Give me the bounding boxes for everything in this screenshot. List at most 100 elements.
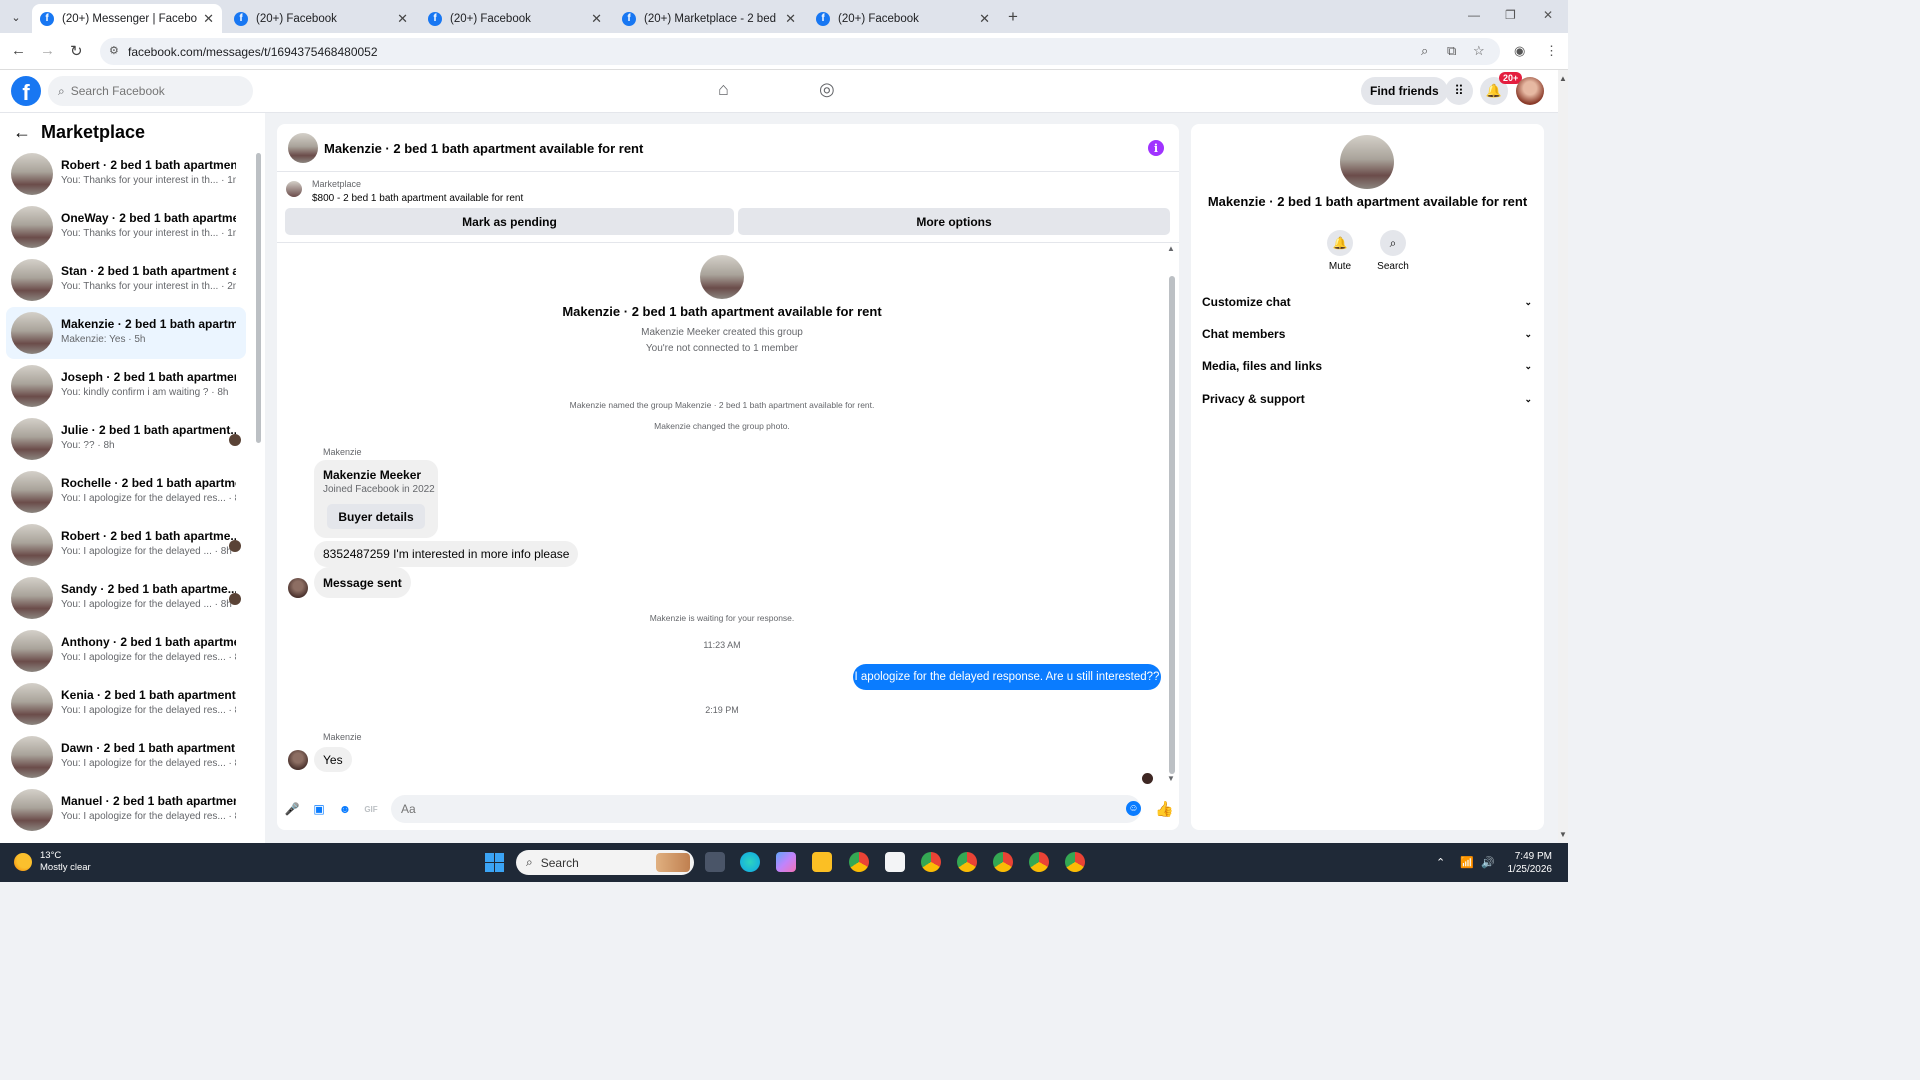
chrome-icon[interactable]	[993, 852, 1013, 872]
media-files-section[interactable]: Media, files and links ⌄	[1202, 352, 1532, 380]
microphone-icon[interactable]: 🎤	[285, 802, 300, 816]
file-explorer-icon[interactable]	[812, 852, 832, 872]
bookmark-star-icon[interactable]: ☆	[1473, 43, 1485, 59]
mark-as-pending-button[interactable]: Mark as pending	[285, 208, 734, 235]
tab-search-chevron-icon[interactable]: ⌄	[6, 7, 26, 27]
home-icon[interactable]: ⌂	[718, 79, 729, 100]
wifi-icon[interactable]: 📶	[1460, 856, 1474, 869]
list-item[interactable]: Robert · 2 bed 1 bath apartment... You: T…	[6, 148, 246, 200]
tab-marketplace[interactable]: f (20+) Marketplace - 2 bed 1 ba ✕	[614, 4, 804, 33]
search-icon[interactable]: ⌕	[1380, 230, 1406, 256]
avatar[interactable]	[288, 578, 308, 598]
more-options-button[interactable]: More options	[738, 208, 1170, 235]
scroll-down-icon[interactable]: ▼	[1167, 774, 1175, 783]
taskbar-search[interactable]: ⌕ Search	[516, 850, 694, 875]
tab-facebook-3[interactable]: f (20+) Facebook ✕	[808, 4, 998, 33]
find-friends-button[interactable]: Find friends	[1361, 77, 1448, 105]
minimize-icon[interactable]: —	[1468, 8, 1480, 22]
list-item[interactable]: Kenia · 2 bed 1 bath apartment ... You: I…	[6, 678, 246, 730]
search-action[interactable]: ⌕ Search	[1368, 230, 1418, 272]
forward-arrow-icon[interactable]: →	[40, 42, 55, 59]
emoji-icon[interactable]: ☺	[1126, 801, 1141, 816]
url-field[interactable]: ⚙ facebook.com/messages/t/16943754684800…	[100, 38, 1500, 65]
weather-widget[interactable]: 13°C Mostly clear	[14, 850, 91, 874]
page-scrollbar[interactable]: ▲ ▼	[1558, 70, 1568, 843]
incoming-message[interactable]: 8352487259 I'm interested in more info p…	[314, 541, 579, 567]
list-item[interactable]: OneWay · 2 bed 1 bath apartme... You: Tha…	[6, 201, 246, 253]
new-tab-icon[interactable]: +	[1008, 7, 1018, 27]
list-item[interactable]: Makenzie · 2 bed 1 bath apartm... Makenzi…	[6, 307, 246, 359]
chat-members-section[interactable]: Chat members ⌄	[1202, 320, 1532, 348]
chat-title[interactable]: Makenzie · 2 bed 1 bath apartment availa…	[324, 141, 643, 156]
task-view-icon[interactable]	[705, 852, 725, 872]
avatar[interactable]	[1516, 77, 1544, 105]
edge-icon[interactable]	[740, 852, 760, 872]
customize-chat-section[interactable]: Customize chat ⌄	[1202, 288, 1532, 316]
list-item[interactable]: Manuel · 2 bed 1 bath apartmen... You: I …	[6, 784, 246, 836]
close-icon[interactable]: ✕	[591, 11, 602, 27]
incoming-message[interactable]: Yes	[314, 747, 352, 772]
tab-messenger[interactable]: f (20+) Messenger | Facebook ✕	[32, 4, 222, 33]
tray-chevron-icon[interactable]: ⌃	[1436, 856, 1445, 869]
chrome-icon[interactable]	[849, 852, 869, 872]
list-item[interactable]: Robert · 2 bed 1 bath apartme... You: I a…	[6, 519, 246, 571]
close-icon[interactable]: ✕	[785, 11, 796, 27]
tab-facebook-1[interactable]: f (20+) Facebook ✕	[226, 4, 416, 33]
buyer-details-button[interactable]: Buyer details	[327, 504, 425, 529]
group-avatar[interactable]	[288, 133, 318, 163]
zoom-icon[interactable]: ⌕	[1421, 43, 1428, 59]
incoming-message[interactable]: Message sent	[314, 567, 411, 598]
chrome-icon[interactable]	[957, 852, 977, 872]
profile-account-icon[interactable]: ◉	[1514, 43, 1525, 59]
restore-icon[interactable]: ❐	[1505, 8, 1516, 22]
sidebar-scrollbar[interactable]	[256, 153, 261, 443]
menu-grid-icon[interactable]: ⠿	[1445, 77, 1473, 105]
chrome-icon[interactable]	[921, 852, 941, 872]
avatar[interactable]	[288, 750, 308, 770]
scroll-up-icon[interactable]: ▲	[1167, 244, 1175, 253]
list-item[interactable]: Anthony · 2 bed 1 bath apartme... You: I …	[6, 625, 246, 677]
photo-icon[interactable]: ▣	[312, 802, 326, 816]
close-icon[interactable]: ✕	[397, 11, 408, 27]
reload-icon[interactable]: ↻	[70, 42, 83, 60]
search-box[interactable]: ⌕	[48, 76, 253, 106]
tab-facebook-2[interactable]: f (20+) Facebook ✕	[420, 4, 610, 33]
gif-icon[interactable]: GIF	[364, 802, 378, 816]
bell-icon[interactable]: 🔔	[1327, 230, 1353, 256]
install-app-icon[interactable]: ⧉	[1447, 43, 1456, 59]
listing-thumbnail[interactable]	[286, 181, 302, 197]
scroll-down-icon[interactable]: ▼	[1559, 830, 1567, 839]
facebook-logo-icon[interactable]: f	[11, 76, 41, 106]
list-item[interactable]: Julie · 2 bed 1 bath apartment... You: ??…	[6, 413, 246, 465]
mute-action[interactable]: 🔔 Mute	[1315, 230, 1365, 272]
volume-icon[interactable]: 🔊	[1481, 856, 1495, 869]
privacy-support-section[interactable]: Privacy & support ⌄	[1202, 385, 1532, 413]
scroll-up-icon[interactable]: ▲	[1559, 74, 1567, 83]
list-item[interactable]: Sandy · 2 bed 1 bath apartme... You: I ap…	[6, 572, 246, 624]
chrome-icon[interactable]	[1029, 852, 1049, 872]
windows-start-icon[interactable]	[485, 853, 504, 872]
list-item[interactable]: Stan · 2 bed 1 bath apartment a... You: T…	[6, 254, 246, 306]
info-icon[interactable]: i	[1148, 140, 1164, 156]
copilot-icon[interactable]	[776, 852, 796, 872]
back-arrow-icon[interactable]: ←	[11, 42, 26, 59]
outgoing-message[interactable]: I apologize for the delayed response. Ar…	[853, 664, 1161, 690]
chat-scrollbar[interactable]	[1169, 276, 1175, 774]
browser-menu-icon[interactable]: ⋮	[1545, 43, 1558, 59]
message-input[interactable]	[401, 802, 1101, 816]
list-item[interactable]: Rochelle · 2 bed 1 bath apartme... You: I…	[6, 466, 246, 518]
site-info-icon[interactable]: ⚙	[109, 44, 119, 57]
listing-title[interactable]: $800 - 2 bed 1 bath apartment available …	[312, 193, 523, 204]
like-thumbs-up-icon[interactable]: 👍	[1155, 800, 1174, 818]
groups-icon[interactable]: ◎	[819, 79, 835, 100]
back-arrow-icon[interactable]: ←	[13, 122, 31, 143]
app-icon[interactable]	[885, 852, 905, 872]
system-clock[interactable]: 7:49 PM 1/25/2026	[1500, 850, 1553, 876]
window-close-icon[interactable]: ✕	[1543, 8, 1553, 22]
search-input[interactable]	[70, 84, 231, 98]
chrome-icon[interactable]	[1065, 852, 1085, 872]
list-item[interactable]: Dawn · 2 bed 1 bath apartment ... You: I …	[6, 731, 246, 783]
close-icon[interactable]: ✕	[203, 11, 214, 27]
close-icon[interactable]: ✕	[979, 11, 990, 27]
sticker-icon[interactable]: ☻	[338, 802, 352, 816]
